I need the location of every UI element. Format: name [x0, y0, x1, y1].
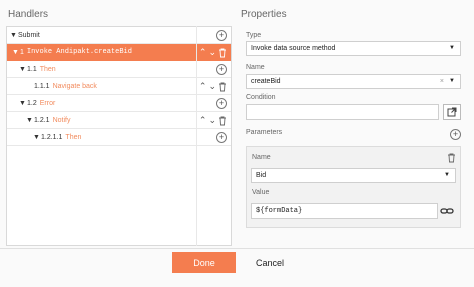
tree-row-number: 1.2 [27, 99, 37, 107]
add-icon[interactable]: + [216, 30, 227, 41]
row-actions: + [216, 95, 227, 112]
tree-row-number: 1 [20, 48, 24, 56]
tree-row-submit[interactable]: ▼ Submit + [7, 27, 231, 44]
tree-row-notify-then[interactable]: ▼ 1.2.1.1 Then + [7, 129, 231, 146]
param-name-value: Bid [256, 172, 267, 179]
trash-icon[interactable] [218, 48, 227, 58]
caret-down-icon[interactable]: ▼ [19, 100, 27, 107]
param-value-input[interactable]: ${formData} [251, 203, 438, 219]
move-up-icon[interactable]: ⌃ [199, 81, 207, 92]
dropdown-arrow-icon: ▼ [444, 172, 450, 178]
tree-row-number: 1.1 [27, 65, 37, 73]
tree-row-label: Navigate back [52, 82, 97, 90]
name-value: createBid [251, 78, 281, 85]
type-value: Invoke data source method [251, 45, 336, 52]
add-icon[interactable]: + [216, 98, 227, 109]
type-select[interactable]: Invoke data source method ▼ [246, 41, 461, 56]
handlers-tree: ▼ Submit + ▼ 1 Invoke Andipakt.createBid… [6, 26, 232, 246]
move-down-icon[interactable]: ⌄ [208, 47, 216, 58]
move-down-icon[interactable]: ⌄ [208, 115, 216, 126]
condition-input[interactable] [246, 104, 439, 120]
move-up-icon[interactable]: ⌃ [199, 115, 207, 126]
caret-down-icon[interactable]: ▼ [19, 66, 27, 73]
column-divider [196, 26, 197, 246]
tree-row-label: Notify [52, 116, 71, 124]
tree-row-label: Submit [18, 31, 40, 39]
param-value-text: ${formData} [256, 207, 303, 215]
done-button[interactable]: Done [172, 252, 236, 273]
handlers-title: Handlers [8, 9, 49, 20]
tree-row-label: Error [39, 99, 56, 107]
link-icon[interactable] [440, 206, 454, 216]
row-actions: ⌃ ⌄ [199, 44, 227, 61]
cancel-button[interactable]: Cancel [244, 252, 296, 273]
dropdown-arrow-icon: ▼ [449, 45, 455, 51]
tree-row-label: Then [39, 65, 56, 73]
type-label: Type [246, 32, 262, 39]
add-icon[interactable]: + [216, 132, 227, 143]
row-actions: + [216, 27, 227, 44]
tree-row-number: 1.2.1.1 [41, 133, 63, 141]
tree-row-error[interactable]: ▼ 1.2 Error + [7, 95, 231, 112]
row-actions: ⌃ ⌄ [199, 78, 227, 95]
name-label: Name [246, 64, 265, 71]
properties-title: Properties [241, 9, 287, 20]
row-actions: + [216, 61, 227, 78]
condition-label: Condition [246, 94, 276, 101]
trash-icon[interactable] [447, 153, 456, 163]
tree-row-navigate-back[interactable]: 1.1.1 Navigate back ⌃ ⌄ [7, 78, 231, 95]
caret-down-icon[interactable]: ▼ [12, 49, 20, 56]
footer-divider [0, 248, 474, 249]
tree-row-invoke[interactable]: ▼ 1 Invoke Andipakt.createBid ⌃ ⌄ [7, 44, 231, 61]
tree-row-label: Then [65, 133, 82, 141]
move-down-icon[interactable]: ⌄ [208, 81, 216, 92]
tree-row-number: 1.1.1 [34, 82, 50, 90]
trash-icon[interactable] [218, 116, 227, 126]
move-up-icon[interactable]: ⌃ [199, 47, 207, 58]
tree-row-then[interactable]: ▼ 1.1 Then + [7, 61, 231, 78]
tree-row-label: Invoke Andipakt.createBid [26, 48, 132, 56]
param-name-label: Name [252, 154, 271, 161]
add-parameter-icon[interactable]: + [450, 129, 461, 140]
tree-row-number: 1.2.1 [34, 116, 50, 124]
tree-row-notify[interactable]: ▼ 1.2.1 Notify ⌃ ⌄ [7, 112, 231, 129]
clear-icon[interactable]: × [440, 78, 444, 85]
parameters-label: Parameters [246, 129, 283, 136]
name-select[interactable]: createBid × ▼ [246, 74, 461, 89]
param-name-select[interactable]: Bid ▼ [251, 168, 456, 183]
caret-down-icon[interactable]: ▼ [26, 117, 34, 124]
row-actions: ⌃ ⌄ [199, 112, 227, 129]
add-icon[interactable]: + [216, 64, 227, 75]
trash-icon[interactable] [218, 82, 227, 92]
open-external-button[interactable] [443, 104, 461, 120]
open-external-icon [447, 107, 457, 117]
caret-down-icon[interactable]: ▼ [10, 32, 18, 39]
dropdown-arrow-icon: ▼ [449, 78, 455, 84]
param-value-label: Value [252, 189, 270, 196]
row-actions: + [216, 129, 227, 146]
caret-down-icon[interactable]: ▼ [33, 134, 41, 141]
